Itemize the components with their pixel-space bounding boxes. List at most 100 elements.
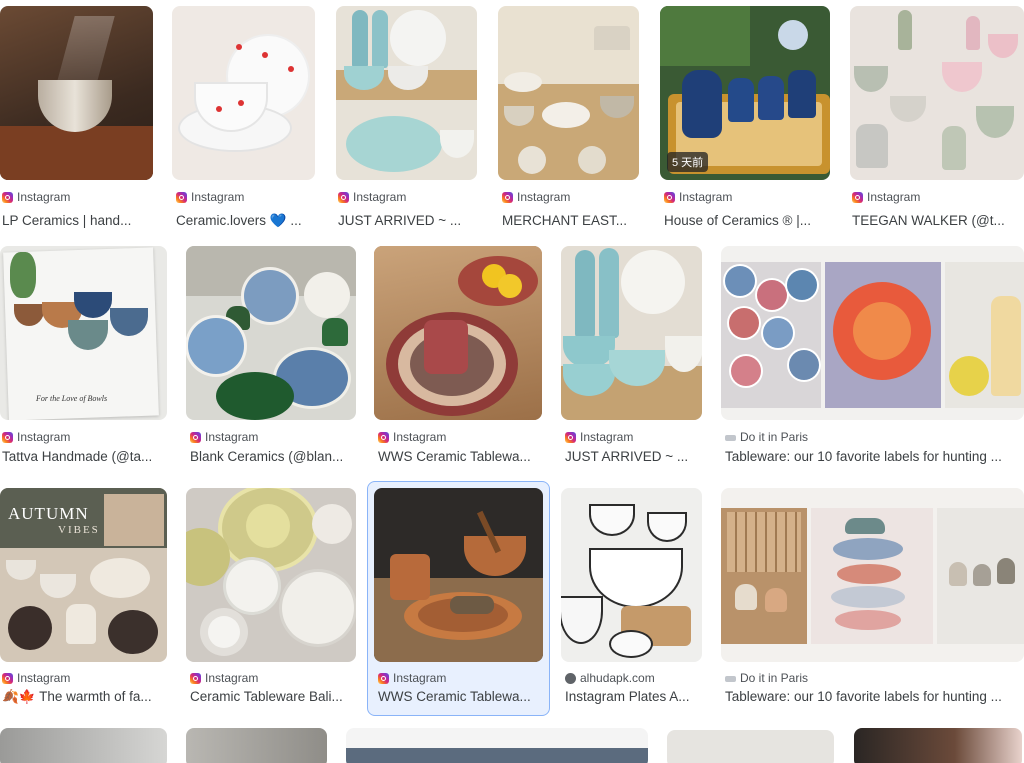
result-source[interactable]: Instagram — [852, 190, 920, 204]
result-card[interactable]: Instagram Ceramic.lovers 💙 ... — [172, 6, 322, 228]
result-thumbnail[interactable] — [854, 728, 1022, 763]
result-thumbnail[interactable] — [0, 6, 153, 180]
result-card[interactable]: 5 天前 Instagram House of Ceramics ® |... — [660, 6, 838, 228]
result-thumbnail[interactable] — [667, 730, 834, 763]
globe-icon — [565, 672, 576, 684]
result-thumbnail[interactable]: For the Love of Bowls — [0, 246, 167, 420]
result-thumbnail[interactable] — [374, 246, 542, 420]
result-thumbnail[interactable] — [374, 488, 543, 662]
result-thumbnail[interactable] — [561, 488, 702, 662]
result-card[interactable]: AUTUMN VIBES Instagram 🍂🍁 The warmth of … — [0, 488, 172, 710]
result-thumbnail[interactable] — [850, 6, 1024, 180]
result-source[interactable]: Instagram — [2, 430, 70, 444]
result-title[interactable]: JUST ARRIVED ~ ... — [565, 449, 703, 465]
result-source[interactable]: Instagram — [502, 190, 570, 204]
instagram-icon — [176, 191, 187, 203]
result-title[interactable]: Ceramic Tableware Bali... — [190, 689, 354, 705]
result-source-label: Instagram — [17, 671, 71, 685]
result-thumbnail[interactable] — [186, 246, 356, 420]
result-source[interactable]: Instagram — [378, 430, 446, 444]
result-thumbnail[interactable]: AUTUMN VIBES — [0, 488, 167, 662]
result-thumbnail[interactable] — [336, 6, 477, 180]
instagram-icon — [664, 191, 675, 203]
result-source-label: Do it in Paris — [740, 430, 809, 444]
result-title[interactable]: Tattva Handmade (@ta... — [2, 449, 162, 465]
result-title[interactable]: WWS Ceramic Tablewa... — [378, 449, 542, 465]
result-source[interactable]: Instagram — [565, 430, 633, 444]
result-source-label: Instagram — [205, 671, 259, 685]
result-card[interactable]: Instagram LP Ceramics | hand... — [0, 6, 158, 228]
result-title[interactable]: Tableware: our 10 favorite labels for hu… — [725, 689, 1017, 705]
result-source-label: Instagram — [205, 430, 259, 444]
doitinparis-icon — [725, 676, 736, 682]
result-thumbnail[interactable] — [498, 6, 639, 180]
instagram-icon — [502, 191, 513, 203]
result-title[interactable]: Instagram Plates A... — [565, 689, 703, 705]
result-source-label: Do it in Paris — [740, 671, 809, 685]
result-title[interactable]: LP Ceramics | hand... — [2, 213, 152, 229]
result-thumbnail[interactable] — [346, 728, 648, 763]
result-card[interactable]: Instagram MERCHANT EAST... — [498, 6, 648, 228]
instagram-icon — [378, 431, 389, 443]
result-thumbnail[interactable] — [561, 246, 702, 420]
result-title[interactable]: MERCHANT EAST... — [502, 213, 638, 229]
result-title[interactable]: Blank Ceramics (@blan... — [190, 449, 354, 465]
result-title[interactable]: Ceramic.lovers 💙 ... — [176, 213, 314, 229]
result-source-label: Instagram — [580, 430, 634, 444]
result-source[interactable]: Do it in Paris — [725, 430, 808, 444]
result-source-label: Instagram — [517, 190, 571, 204]
result-source[interactable]: Instagram — [378, 671, 446, 685]
result-source-label: Instagram — [393, 430, 447, 444]
result-card[interactable]: alhudapk.com Instagram Plates A... — [561, 488, 711, 710]
result-source[interactable]: alhudapk.com — [565, 671, 655, 685]
result-source[interactable]: Instagram — [338, 190, 406, 204]
result-card[interactable]: Instagram JUST ARRIVED ~ ... — [561, 246, 711, 468]
result-title[interactable]: WWS Ceramic Tablewa... — [378, 689, 542, 705]
instagram-icon — [2, 672, 13, 684]
result-source[interactable]: Instagram — [176, 190, 244, 204]
result-card[interactable]: For the Love of Bowls Instagram Tattva H… — [0, 246, 172, 468]
instagram-icon — [2, 191, 13, 203]
result-source[interactable]: Instagram — [664, 190, 732, 204]
result-card-selected[interactable]: Instagram WWS Ceramic Tablewa... — [367, 481, 550, 716]
result-card[interactable]: Do it in Paris Tableware: our 10 favorit… — [721, 246, 1024, 468]
result-title[interactable]: House of Ceramics ® |... — [664, 213, 828, 229]
result-card[interactable]: Instagram Ceramic Tableware Bali... — [186, 488, 362, 710]
result-thumbnail[interactable] — [721, 488, 1024, 662]
result-source-label: Instagram — [17, 430, 71, 444]
result-thumbnail[interactable]: 5 天前 — [660, 6, 830, 180]
instagram-icon — [2, 431, 13, 443]
result-title[interactable]: TEEGAN WALKER (@t... — [852, 213, 1012, 229]
result-thumbnail[interactable] — [172, 6, 315, 180]
instagram-icon — [852, 191, 863, 203]
result-title[interactable]: 🍂🍁 The warmth of fa... — [2, 689, 162, 705]
result-source-label: Instagram — [191, 190, 245, 204]
result-thumbnail[interactable] — [0, 728, 167, 763]
result-thumbnail[interactable] — [721, 246, 1024, 420]
instagram-icon — [378, 672, 389, 684]
result-thumbnail[interactable] — [186, 488, 356, 662]
result-card[interactable]: Instagram TEEGAN WALKER (@t... — [850, 6, 1024, 228]
result-source[interactable]: Instagram — [2, 190, 70, 204]
result-source-label: Instagram — [393, 671, 447, 685]
result-card[interactable]: Instagram Blank Ceramics (@blan... — [186, 246, 362, 468]
result-card[interactable]: Instagram JUST ARRIVED ~ ... — [336, 6, 486, 228]
result-source[interactable]: Instagram — [190, 671, 258, 685]
result-source[interactable]: Instagram — [190, 430, 258, 444]
result-source[interactable]: Instagram — [2, 671, 70, 685]
result-thumbnail[interactable] — [186, 728, 327, 763]
result-title[interactable]: JUST ARRIVED ~ ... — [338, 213, 476, 229]
result-source-label: alhudapk.com — [580, 671, 655, 685]
image-caption: For the Love of Bowls — [36, 394, 108, 403]
result-source-label: Instagram — [17, 190, 71, 204]
result-card[interactable]: Instagram WWS Ceramic Tablewa... — [374, 246, 550, 468]
image-headline: AUTUMN — [8, 504, 89, 523]
result-title[interactable]: Tableware: our 10 favorite labels for hu… — [725, 449, 1017, 465]
result-source[interactable]: Do it in Paris — [725, 671, 808, 685]
result-source-label: Instagram — [353, 190, 407, 204]
result-source-label: Instagram — [867, 190, 921, 204]
instagram-icon — [190, 672, 201, 684]
result-card[interactable]: Do it in Paris Tableware: our 10 favorit… — [721, 488, 1024, 710]
time-badge: 5 天前 — [667, 152, 709, 172]
result-source-label: Instagram — [679, 190, 733, 204]
